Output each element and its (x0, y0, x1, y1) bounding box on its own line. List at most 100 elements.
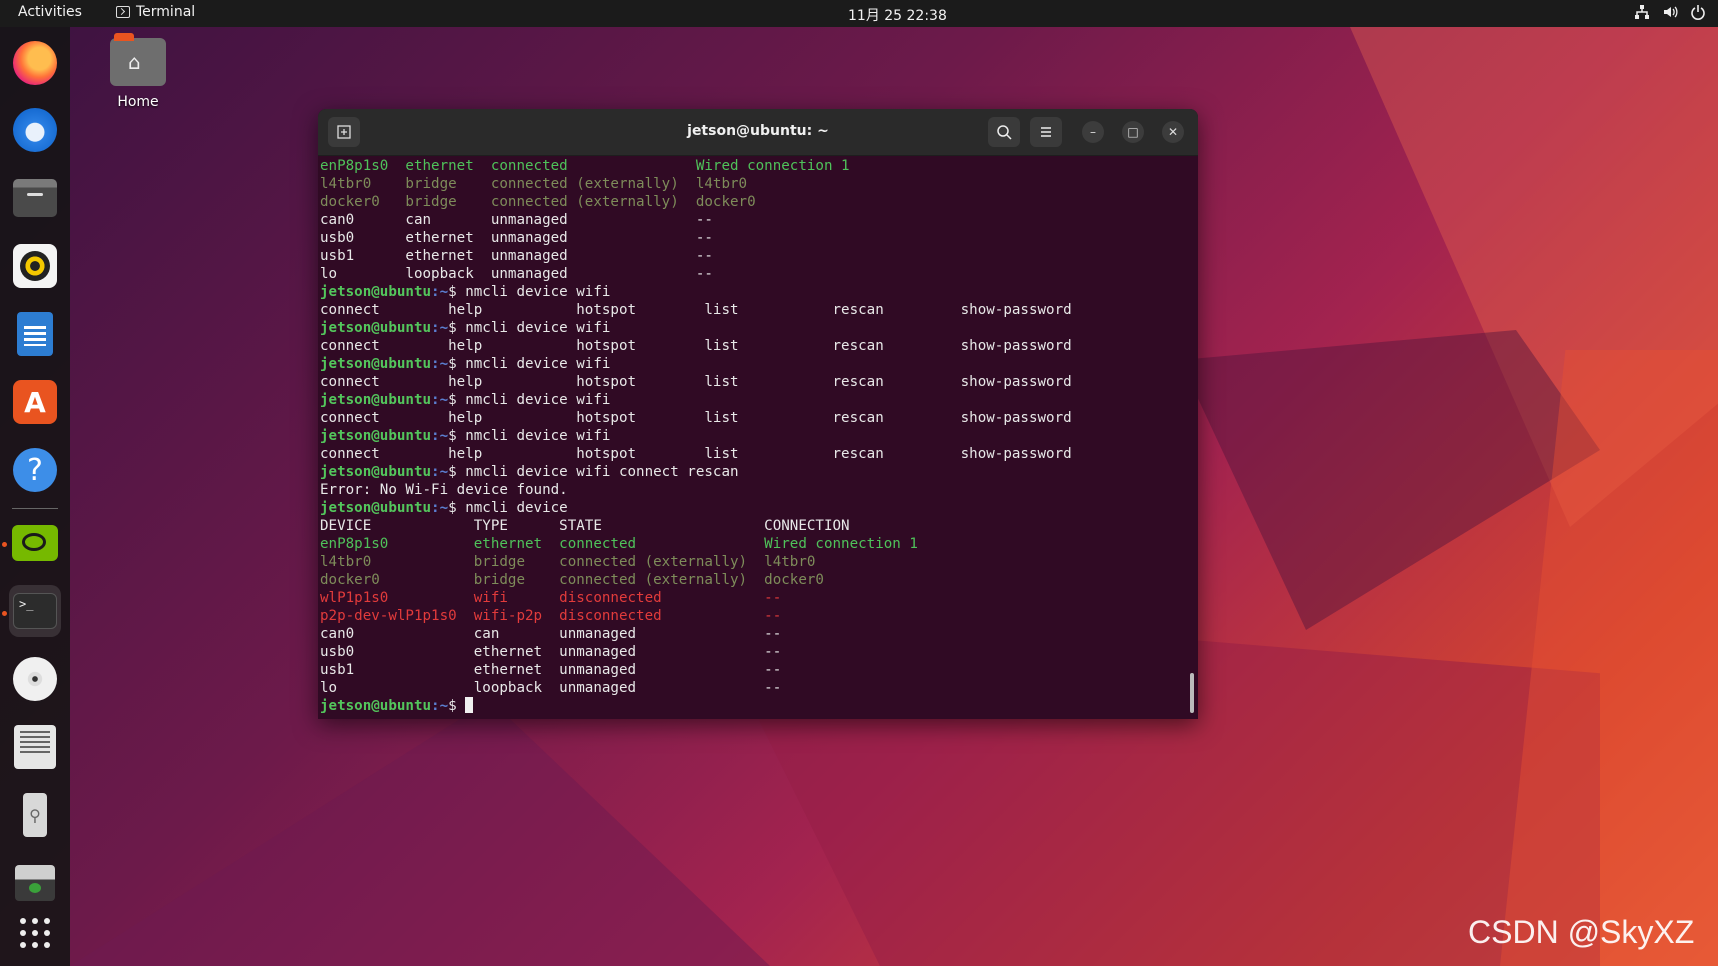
desktop: Activities Terminal 11月 25 22:38 A ? >_ … (0, 0, 1718, 966)
terminal-cell: usb0 (320, 230, 406, 246)
prompt-user: jetson@ubuntu (320, 464, 432, 480)
dock-item-nvidia[interactable] (9, 517, 61, 569)
top-bar: Activities Terminal 11月 25 22:38 (0, 0, 1718, 27)
dock-item-terminal[interactable]: >_ (9, 585, 61, 637)
terminal-cell: can (473, 626, 560, 642)
terminal-prompt-line: jetson@ubuntu:~$ nmcli device wifi (320, 319, 1180, 337)
terminal-window[interactable]: jetson@ubuntu: ~ – □ ✕ enP8p1s0 ethernet… (318, 109, 1198, 719)
terminal-cell: -- (695, 230, 713, 246)
terminal-icon: >_ (13, 593, 57, 629)
prompt-path: :~ (431, 356, 449, 372)
rhythmbox-icon (13, 244, 57, 288)
terminal-cell: help (448, 338, 577, 354)
terminal-cell: -- (695, 212, 713, 228)
terminal-cell: connect (320, 302, 449, 318)
terminal-cell: connected (externally) (490, 176, 696, 192)
terminal-output-line: connect help hotspot list rescan show-pa… (320, 337, 1180, 355)
terminal-cell: enP8p1s0 (320, 158, 406, 174)
search-button[interactable] (988, 117, 1020, 147)
terminal-output-line: wlP1p1s0 wifi disconnected -- (320, 589, 1180, 607)
home-label: Home (117, 94, 159, 110)
terminal-cell: list (704, 374, 833, 390)
prompt-path: :~ (431, 284, 449, 300)
terminal-cell: rescan (832, 446, 961, 462)
close-button[interactable]: ✕ (1162, 121, 1184, 143)
dock-item-text-editor[interactable] (9, 721, 61, 773)
prompt-command: $ nmcli device wifi (448, 320, 611, 336)
volume-icon[interactable] (1662, 4, 1678, 20)
terminal-output-line: usb0 ethernet unmanaged -- (320, 229, 1180, 247)
drive-icon (15, 865, 55, 901)
terminal-cell: lo (320, 266, 406, 282)
prompt-path: :~ (431, 320, 449, 336)
dock-item-files[interactable] (9, 172, 61, 224)
terminal-cell: rescan (832, 338, 961, 354)
show-apps-button[interactable] (9, 907, 61, 959)
editor-icon (14, 725, 56, 769)
terminal-cell: docker0 (320, 194, 406, 210)
clock[interactable]: 11月 25 22:38 (848, 5, 947, 25)
maximize-button[interactable]: □ (1122, 121, 1144, 143)
terminal-cell: TYPE (473, 518, 560, 534)
terminal-output-line: usb0 ethernet unmanaged -- (320, 643, 1180, 661)
terminal-output-line: enP8p1s0 ethernet connected Wired connec… (320, 535, 1180, 553)
terminal-cell: bridge (405, 194, 491, 210)
search-icon (997, 125, 1012, 140)
terminal-cell: -- (695, 248, 713, 264)
dock-item-drive[interactable] (9, 857, 61, 909)
hamburger-icon (1041, 127, 1051, 137)
terminal-cell: show-password (960, 410, 1072, 426)
wallpaper-shape (1180, 330, 1600, 630)
minimize-button[interactable]: – (1082, 121, 1104, 143)
terminal-prompt-line: jetson@ubuntu:~$ (320, 697, 1180, 715)
terminal-cell: -- (695, 266, 713, 282)
maximize-icon: □ (1127, 125, 1139, 139)
files-icon (13, 179, 57, 217)
terminal-cell: list (704, 302, 833, 318)
terminal-output-line: docker0 bridge connected (externally) do… (320, 571, 1180, 589)
terminal-cell: enP8p1s0 (320, 536, 474, 552)
terminal-cell: bridge (473, 554, 560, 570)
terminal-cell: hotspot (576, 338, 705, 354)
terminal-cell: docker0 (320, 572, 474, 588)
grid-icon (20, 918, 50, 948)
terminal-output[interactable]: enP8p1s0 ethernet connected Wired connec… (320, 155, 1180, 719)
power-icon[interactable] (1690, 4, 1706, 20)
scrollbar[interactable] (1190, 673, 1194, 713)
network-icon[interactable] (1634, 4, 1650, 20)
dock-item-usb[interactable]: ⚲ (9, 789, 61, 841)
activities-button[interactable]: Activities (18, 4, 82, 20)
usb-icon: ⚲ (23, 793, 47, 837)
dock-item-help[interactable]: ? (9, 444, 61, 496)
dock-item-firefox[interactable] (9, 37, 61, 89)
terminal-output-line: lo loopback unmanaged -- (320, 679, 1180, 697)
terminal-cell: help (448, 302, 577, 318)
disc-icon (13, 657, 57, 701)
dock-item-writer[interactable] (9, 308, 61, 360)
app-menu-button[interactable]: Terminal (116, 4, 195, 20)
terminal-cell: loopback (405, 266, 491, 282)
terminal-titlebar[interactable]: jetson@ubuntu: ~ – □ ✕ (318, 109, 1198, 156)
dock-item-thunderbird[interactable] (9, 104, 61, 156)
prompt-path: :~ (431, 464, 449, 480)
terminal-output-line: connect help hotspot list rescan show-pa… (320, 373, 1180, 391)
dock-item-disc[interactable] (9, 653, 61, 705)
dock-item-app-center[interactable]: A (9, 376, 61, 428)
terminal-cell: Wired connection 1 (695, 158, 850, 174)
running-indicator (2, 611, 7, 616)
terminal-cell: hotspot (576, 446, 705, 462)
menu-button[interactable] (1030, 117, 1062, 147)
terminal-cell: show-password (960, 374, 1072, 390)
dock-separator (12, 508, 58, 509)
terminal-cell: unmanaged (490, 230, 696, 246)
system-tray[interactable] (1634, 4, 1706, 20)
terminal-cell: list (704, 446, 833, 462)
terminal-cell: -- (764, 590, 782, 606)
dock-item-rhythmbox[interactable] (9, 240, 61, 292)
terminal-cell: list (704, 338, 833, 354)
home-desktop-icon[interactable]: ⌂ Home (104, 33, 172, 110)
prompt-command: $ (448, 698, 466, 714)
terminal-cell: -- (764, 608, 782, 624)
terminal-cell: unmanaged (559, 680, 765, 696)
terminal-cell: connected (559, 536, 765, 552)
